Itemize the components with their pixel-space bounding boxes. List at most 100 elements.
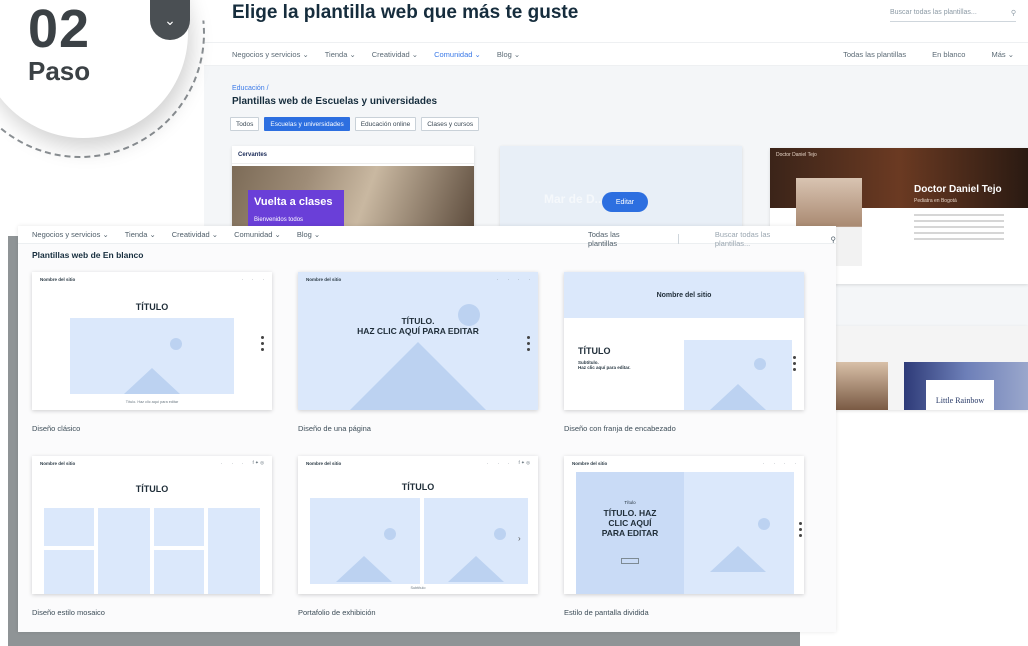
school-logo: Cervantes: [238, 151, 268, 158]
nav-more[interactable]: Más ⌄: [991, 50, 1014, 59]
mosaic-tile: [208, 508, 260, 594]
mosaic-tile: [98, 508, 150, 594]
thumb-kicker: Título: [624, 500, 636, 505]
template-thumbnail[interactable]: Nombre del sitio · · · f ✦ ◎ TÍTULO: [32, 456, 272, 594]
thumb-caption: Subtítulo: [410, 586, 426, 590]
step-badge: 02 Paso ⌄: [0, 0, 205, 170]
doctor-text-lines: [914, 214, 1004, 244]
panel-nav-blog[interactable]: Blog ⌄: [297, 230, 320, 239]
mountain-shape: [350, 342, 486, 410]
edit-button[interactable]: Editar: [602, 192, 648, 212]
template-name[interactable]: Diseño estilo mosaico: [32, 608, 272, 617]
chevron-down-icon: ⌄: [150, 0, 190, 40]
template-card-mosaic[interactable]: Nombre del sitio · · · f ✦ ◎ TÍTULO Diseño e…: [32, 456, 272, 617]
nav-item-creatividad[interactable]: Creatividad ⌄: [372, 50, 418, 59]
blank-templates-panel: Negocios y servicios ⌄ Tienda ⌄ Creativi…: [18, 226, 836, 632]
template-card-onepage[interactable]: Nombre del sitio · · · · TÍTULO. HAZ CLIC AQ…: [298, 272, 538, 433]
panel-title: Plantillas web de En blanco: [32, 250, 144, 260]
site-name: Nombre del sitio: [572, 460, 608, 466]
site-name: Nombre del sitio: [306, 460, 342, 466]
section-title: Plantillas web de Escuelas y universidad…: [232, 96, 438, 107]
thumb-heading: TÍTULO: [578, 346, 611, 356]
template-name[interactable]: Diseño clásico: [32, 424, 272, 433]
preschool-photo: [832, 362, 888, 410]
template-card-classic[interactable]: Nombre del sitio · · · TÍTULO Título. Haz c…: [32, 272, 272, 433]
nav-blank[interactable]: En blanco: [932, 50, 965, 59]
image-placeholder: [310, 498, 420, 584]
sun-shape: [458, 304, 480, 326]
filter-all[interactable]: Todos: [230, 117, 260, 131]
step-word: Paso: [28, 56, 91, 86]
panel-nav-tienda[interactable]: Tienda ⌄: [125, 230, 156, 239]
image-placeholder: [70, 318, 234, 394]
thumb-heading: TÍTULO: [401, 482, 435, 492]
banner-subtitle: Bienvenidos todos: [254, 217, 304, 223]
template-thumbnail[interactable]: Nombre del sitio · · · TÍTULO Título. Haz c…: [32, 272, 272, 410]
image-placeholder: [684, 340, 792, 410]
doctor-name: Doctor Daniel Tejo: [914, 184, 1002, 195]
template-name[interactable]: Portafolio de exhibición: [298, 608, 538, 617]
site-name: Nombre del sitio: [40, 460, 76, 466]
nav-divider: [677, 234, 679, 244]
template-card-portfolio[interactable]: Nombre del sitio · · · f ✦ ◎ TÍTULO › Subtít…: [298, 456, 538, 617]
filter-classes[interactable]: Clases y cursos: [421, 117, 480, 131]
mosaic-tile: [154, 550, 204, 594]
thumb-button: [621, 558, 639, 564]
panel-nav-creatividad[interactable]: Creatividad ⌄: [172, 230, 218, 239]
thumb-caption: Título. Haz clic aquí para editar: [125, 400, 179, 404]
template-thumbnail[interactable]: Nombre del sitio · · · · TÍTULO. HAZ CLIC AQ…: [298, 272, 538, 410]
template-hover[interactable]: Mar de D... Editar: [500, 146, 742, 228]
band-site-name: Nombre del sitio: [656, 292, 712, 299]
chevron-right-icon[interactable]: ›: [518, 534, 521, 543]
step-number: 02: [28, 0, 91, 59]
category-nav: Negocios y servicios ⌄ Tienda ⌄ Creativi…: [204, 42, 1028, 66]
preschool-card: Little Rainbow: [926, 380, 994, 410]
header-band: Nombre del sitio: [564, 272, 804, 318]
search-input[interactable]: Buscar todas las plantillas... ⚲: [890, 4, 1016, 22]
doctor-role: Pediatra en Bogotá: [914, 198, 957, 204]
template-card-header-band[interactable]: Nombre del sitio TÍTULO Subtítulo. Haz c…: [564, 272, 804, 433]
image-placeholder: [424, 498, 528, 584]
split-left-panel: Título TÍTULO. HAZ CLIC AQUÍ PARA EDITAR: [576, 472, 684, 594]
nav-item-negocios[interactable]: Negocios y servicios ⌄: [232, 50, 309, 59]
site-name: Nombre del sitio: [306, 276, 342, 282]
thumb-heading: TÍTULO. HAZ CLIC AQUÍ PARA EDITAR: [357, 316, 479, 336]
thumb-heading: TÍTULO. HAZ CLIC AQUÍ PARA EDITAR: [601, 508, 659, 538]
site-name: Nombre del sitio: [40, 276, 76, 282]
banner-title: Vuelta a clases: [254, 196, 333, 208]
school-banner: Vuelta a clases Bienvenidos todos: [248, 190, 344, 228]
template-name[interactable]: Diseño de una página: [298, 424, 538, 433]
filter-schools[interactable]: Escuelas y universidades: [264, 117, 350, 131]
nav-item-tienda[interactable]: Tienda ⌄: [325, 50, 356, 59]
template-card-split[interactable]: Nombre del sitio · · · · Título TÍTULO. HAZ …: [564, 456, 804, 617]
panel-nav: Negocios y servicios ⌄ Tienda ⌄ Creativi…: [18, 226, 837, 248]
filter-online[interactable]: Educación online: [354, 117, 417, 131]
mosaic-tile: [44, 508, 94, 546]
image-placeholder: [684, 472, 794, 594]
mosaic-tile: [154, 508, 204, 546]
template-thumbnail[interactable]: Nombre del sitio · · · f ✦ ◎ TÍTULO › Subtít…: [298, 456, 538, 594]
template-name[interactable]: Estilo de pantalla dividida: [564, 608, 804, 617]
template-preschool[interactable]: Little Rainbow: [832, 326, 1028, 410]
filter-chips: Todos Escuelas y universidades Educación…: [230, 117, 480, 131]
template-name[interactable]: Diseño con franja de encabezado: [564, 424, 804, 433]
search-icon[interactable]: ⚲: [1011, 9, 1016, 17]
panel-search-input[interactable]: Buscar todas las plantillas...: [715, 230, 795, 248]
breadcrumb[interactable]: Educación /: [232, 85, 269, 92]
thumb-heading: TÍTULO: [135, 302, 169, 312]
panel-nav-all[interactable]: Todas las plantillas: [588, 230, 642, 248]
mosaic-tile: [44, 550, 94, 594]
panel-nav-negocios[interactable]: Negocios y servicios ⌄: [32, 230, 109, 239]
ghost-title: Mar de D...: [544, 192, 605, 206]
thumb-heading: TÍTULO: [135, 484, 169, 494]
doctor-nav-name: Doctor Daniel Tejo: [776, 152, 817, 158]
panel-nav-comunidad[interactable]: Comunidad ⌄: [234, 230, 281, 239]
template-school[interactable]: Cervantes Vuelta a clases Bienvenidos to…: [232, 146, 474, 228]
nav-item-blog[interactable]: Blog ⌄: [497, 50, 520, 59]
nav-all-templates[interactable]: Todas las plantillas: [843, 50, 906, 59]
search-placeholder: Buscar todas las plantillas...: [890, 9, 977, 16]
template-thumbnail[interactable]: Nombre del sitio · · · · Título TÍTULO. HAZ …: [564, 456, 804, 594]
template-thumbnail[interactable]: Nombre del sitio TÍTULO Subtítulo. Haz c…: [564, 272, 804, 410]
search-icon[interactable]: ⚲: [831, 235, 837, 244]
nav-item-comunidad[interactable]: Comunidad ⌄: [434, 50, 481, 59]
